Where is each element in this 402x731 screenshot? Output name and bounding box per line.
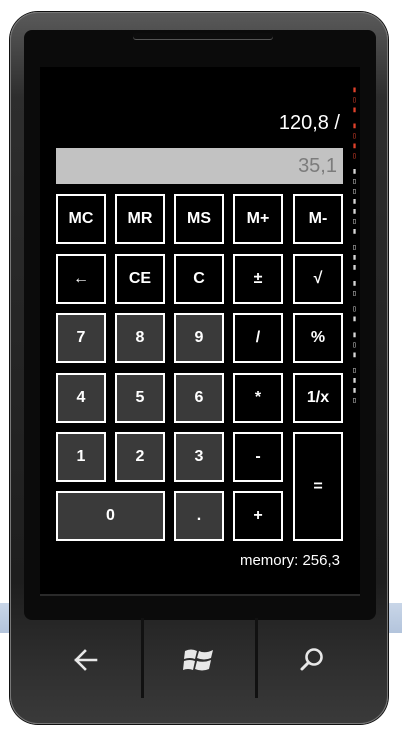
digit-8-button[interactable]: 8	[115, 313, 165, 363]
clear-button[interactable]: C	[174, 254, 224, 304]
hardware-separator	[255, 618, 258, 698]
emulator-side-readout: ▮▯▮ ▮▯▮▯ ▮▯▯▮▮▯▮ ▯▮▮ ▮▯ ▯▮ ▮▯▮ ▯▮▮▯	[350, 85, 359, 406]
result-display: 35,1	[56, 148, 343, 184]
search-icon[interactable]	[282, 638, 342, 682]
negate-button[interactable]: ±	[233, 254, 283, 304]
divide-button[interactable]: /	[233, 313, 283, 363]
digit-5-button[interactable]: 5	[115, 373, 165, 423]
backspace-button[interactable]: ←	[56, 254, 106, 304]
memory-readout: memory: 256,3	[239, 552, 340, 569]
phone-speaker	[133, 33, 273, 39]
hardware-separator	[141, 618, 144, 698]
m-plus-button[interactable]: M+	[233, 194, 283, 244]
digit-9-button[interactable]: 9	[174, 313, 224, 363]
m-minus-button[interactable]: M-	[293, 194, 343, 244]
digit-3-button[interactable]: 3	[174, 432, 224, 482]
back-arrow-icon[interactable]	[56, 638, 116, 682]
digit-6-button[interactable]: 6	[174, 373, 224, 423]
reciprocal-button[interactable]: 1/x	[293, 373, 343, 423]
decimal-button[interactable]: .	[174, 491, 224, 541]
digit-2-button[interactable]: 2	[115, 432, 165, 482]
square-root-button[interactable]: √	[293, 254, 343, 304]
clear-entry-button[interactable]: CE	[115, 254, 165, 304]
percent-button[interactable]: %	[293, 313, 343, 363]
screen-divider	[40, 594, 360, 596]
mc-button[interactable]: MC	[56, 194, 106, 244]
digit-0-button[interactable]: 0	[56, 491, 165, 541]
windows-logo-icon[interactable]	[169, 638, 229, 682]
subtract-button[interactable]: -	[233, 432, 283, 482]
digit-7-button[interactable]: 7	[56, 313, 106, 363]
equals-button[interactable]: =	[293, 432, 343, 541]
digit-1-button[interactable]: 1	[56, 432, 106, 482]
multiply-button[interactable]: *	[233, 373, 283, 423]
add-button[interactable]: +	[233, 491, 283, 541]
ms-button[interactable]: MS	[174, 194, 224, 244]
mr-button[interactable]: MR	[115, 194, 165, 244]
expression-display: 120,8 /	[278, 112, 340, 134]
digit-4-button[interactable]: 4	[56, 373, 106, 423]
